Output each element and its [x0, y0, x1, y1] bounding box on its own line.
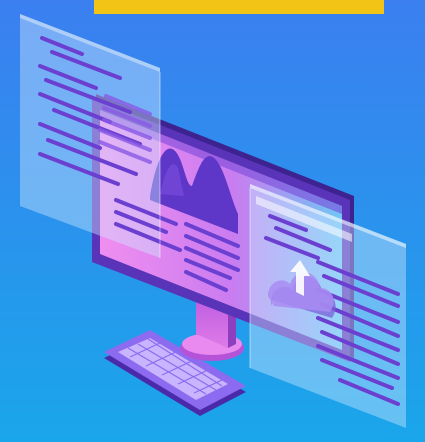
computer-illustration: [0, 0, 425, 442]
illustration-scene: [0, 0, 425, 442]
